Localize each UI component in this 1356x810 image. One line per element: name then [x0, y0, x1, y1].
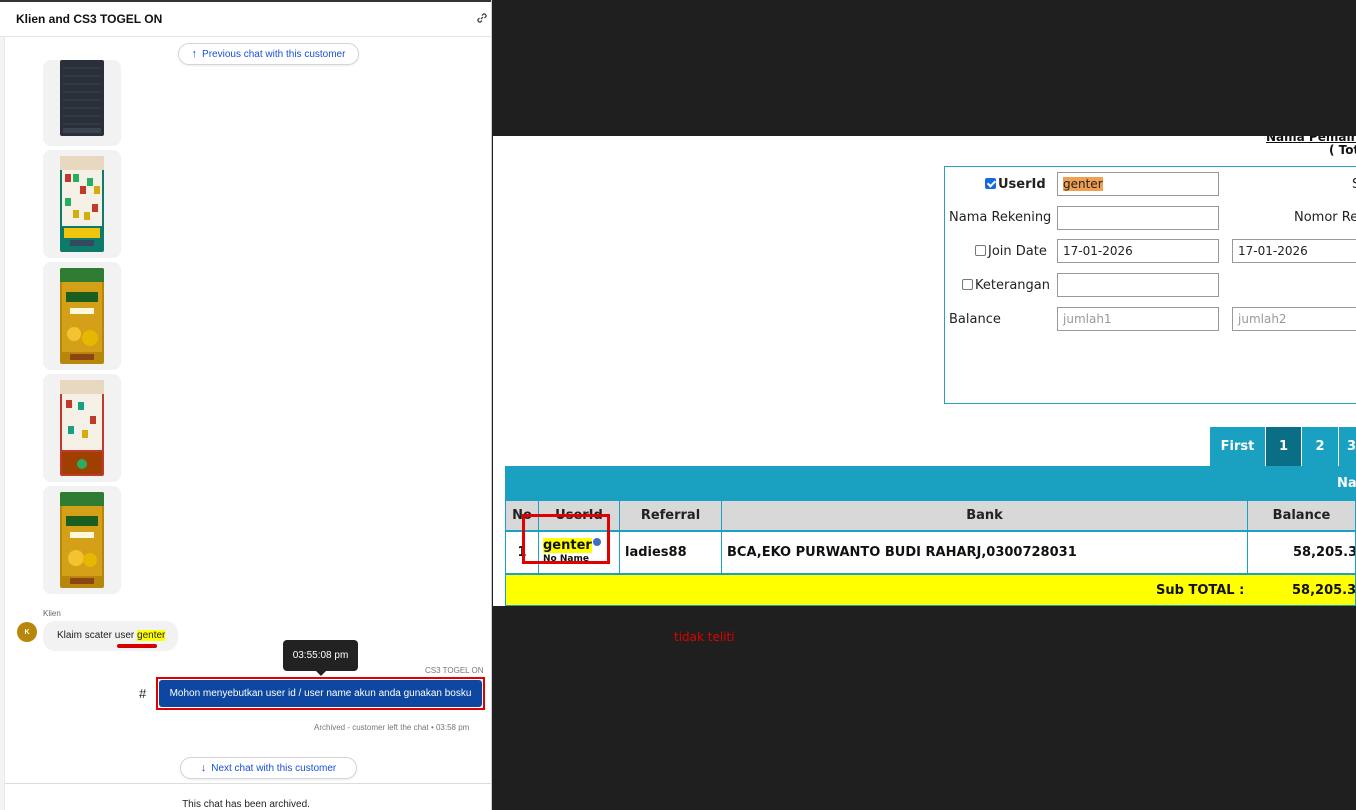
mahjong-game-image: [60, 156, 104, 252]
agent-message: Mohon menyebutkan user id / user name ak…: [159, 680, 482, 707]
image-message[interactable]: [43, 150, 121, 258]
nomor-rekening-label: Nomor Re: [1294, 210, 1356, 225]
userid-filter-label: UserId: [985, 177, 1046, 192]
avatar: K: [17, 622, 37, 642]
annotation-box: [522, 514, 610, 564]
next-chat-label: Next chat with this customer: [211, 762, 337, 774]
image-message[interactable]: [43, 60, 121, 146]
agent-name: CS3 TOGEL ON: [425, 666, 484, 675]
cell-bank: BCA,EKO PURWANTO BUDI RAHARJ,0300728031: [721, 531, 1248, 574]
balance-from-input[interactable]: jumlah1: [1057, 307, 1219, 331]
chat-title: Klien and CS3 TOGEL ON: [16, 12, 163, 26]
admin-screenshot: Nama Pemain ( Tot UserId genter S Nama R…: [493, 136, 1356, 606]
pager-page-3[interactable]: 3: [1339, 427, 1356, 466]
previous-chat-label: Previous chat with this customer: [202, 48, 346, 60]
client-message-text: Klaim scater user: [57, 630, 138, 641]
pager-page-2[interactable]: 2: [1302, 427, 1338, 466]
userid-input[interactable]: genter: [1057, 172, 1219, 196]
pager-page-1[interactable]: 1: [1266, 427, 1301, 466]
header-bank: Bank: [721, 500, 1248, 531]
annotation-text: tidak teliti: [674, 630, 735, 644]
userid-checkbox[interactable]: [985, 178, 996, 189]
divider: [5, 783, 491, 784]
nama-rekening-label: Nama Rekening: [949, 210, 1052, 225]
userid-value: genter: [1063, 177, 1103, 191]
cell-balance: 58,205.38: [1247, 531, 1356, 574]
annotation-underline: [117, 644, 157, 648]
balance-label: Balance: [949, 312, 1001, 327]
client-name: Klien: [43, 609, 61, 618]
timestamp-tooltip: 03:55:08 pm: [283, 640, 358, 676]
arrow-up-icon: ↑: [191, 48, 198, 60]
keterangan-label: Keterangan: [962, 278, 1050, 293]
join-date-label: Join Date: [975, 244, 1047, 259]
join-date-to[interactable]: 17-01-2026: [1232, 239, 1356, 263]
header-balance: Balance: [1247, 500, 1356, 531]
header-referral: Referral: [619, 500, 722, 531]
image-message[interactable]: [43, 374, 121, 482]
client-message: Klaim scater user genter: [43, 621, 178, 651]
previous-chat-button[interactable]: ↑ Previous chat with this customer: [178, 43, 359, 65]
mahjong-game-image: [60, 380, 104, 476]
image-message[interactable]: [43, 486, 121, 594]
join-date-from[interactable]: 17-01-2026: [1057, 239, 1219, 263]
total-label: ( Tot: [1329, 143, 1356, 157]
archived-footer: This chat has been archived.: [182, 799, 310, 810]
pager-first-button[interactable]: First: [1210, 427, 1265, 466]
chat-panel: Klien and CS3 TOGEL ON ↑ Previous chat w…: [0, 0, 492, 810]
join-date-checkbox[interactable]: [975, 245, 986, 256]
client-message-user: genter: [137, 630, 166, 641]
right-label-1: S: [1352, 177, 1356, 192]
nama-rekening-input[interactable]: [1057, 206, 1219, 230]
chat-header: Klien and CS3 TOGEL ON: [0, 0, 491, 37]
win-total-image: [60, 268, 104, 364]
link-icon[interactable]: [476, 12, 488, 24]
balance-to-input[interactable]: jumlah2: [1232, 307, 1356, 331]
next-chat-button[interactable]: ↓ Next chat with this customer: [180, 757, 357, 779]
table-top-label: Na: [1337, 476, 1356, 491]
archived-status: Archived - customer left the chat • 03:5…: [314, 723, 470, 732]
cell-referral: ladies88: [619, 531, 722, 574]
dark-screenshot-image: [60, 60, 104, 136]
win-total-image: [60, 492, 104, 588]
keterangan-input[interactable]: [1057, 273, 1219, 297]
subtotal-label: Sub TOTAL :: [1156, 583, 1245, 598]
hash-icon: #: [139, 686, 147, 701]
arrow-down-icon: ↓: [200, 762, 207, 774]
side-rail: [0, 37, 5, 810]
subtotal-value: 58,205.38: [1292, 583, 1356, 598]
image-message[interactable]: [43, 262, 121, 370]
keterangan-checkbox[interactable]: [962, 279, 973, 290]
table-top-bar: [505, 466, 1356, 500]
